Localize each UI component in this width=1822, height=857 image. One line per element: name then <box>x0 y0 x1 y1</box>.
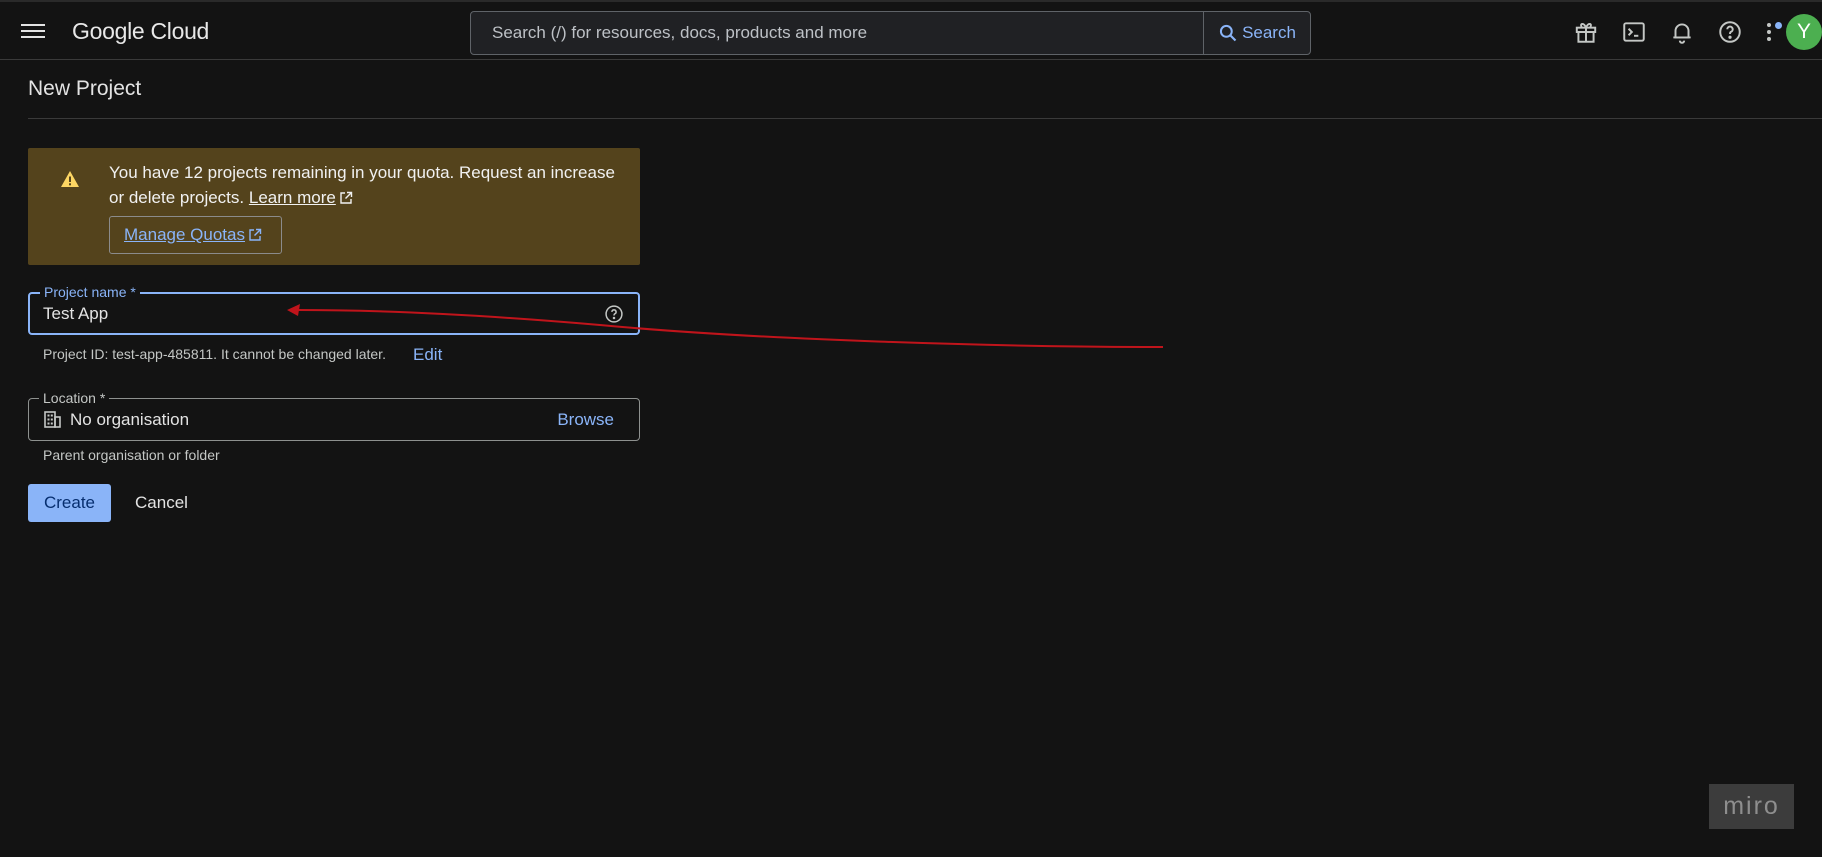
edit-project-id-button[interactable]: Edit <box>413 345 442 365</box>
location-field[interactable]: Location * No organisation Browse <box>28 389 640 441</box>
project-name-input[interactable] <box>43 302 583 326</box>
main-menu-icon[interactable] <box>20 21 46 41</box>
project-id-text: Project ID: test-app-485811. It cannot b… <box>43 346 386 362</box>
top-app-bar: Google Cloud Search (/) for resources, d… <box>0 0 1822 60</box>
cloud-shell-icon[interactable] <box>1610 8 1658 56</box>
quota-warning-banner: You have 12 projects remaining in your q… <box>28 148 640 265</box>
external-link-icon <box>340 191 353 204</box>
learn-more-link[interactable]: Learn more <box>249 188 336 207</box>
gift-icon[interactable] <box>1562 8 1610 56</box>
search-input[interactable] <box>471 12 1203 54</box>
page-title: New Project <box>28 77 142 100</box>
external-link-icon <box>249 228 262 241</box>
location-helper-text: Parent organisation or folder <box>43 447 220 463</box>
top-bar-actions: Y <box>1562 2 1822 62</box>
cancel-button[interactable]: Cancel <box>123 484 200 522</box>
location-value: No organisation <box>70 410 190 429</box>
warning-icon <box>61 171 79 187</box>
miro-watermark: miro <box>1709 784 1794 829</box>
banner-message: You have 12 projects remaining in your q… <box>109 160 619 210</box>
project-name-field: Project name * <box>28 283 640 335</box>
organisation-icon <box>44 411 61 428</box>
notification-dot <box>1775 22 1782 29</box>
bell-icon[interactable] <box>1658 8 1706 56</box>
more-vert-icon[interactable] <box>1754 8 1784 56</box>
search-bar: Search <box>470 11 1311 55</box>
help-icon[interactable] <box>1706 8 1754 56</box>
help-icon[interactable] <box>604 304 624 324</box>
divider <box>28 118 1822 119</box>
search-button[interactable]: Search <box>1203 12 1310 54</box>
search-button-label: Search <box>1242 23 1296 42</box>
create-button[interactable]: Create <box>28 484 111 522</box>
banner-text: You have 12 projects remaining in your q… <box>109 163 615 207</box>
project-name-label: Project name * <box>40 283 140 301</box>
location-label: Location * <box>39 389 110 407</box>
manage-quotas-label: Manage Quotas <box>124 225 245 244</box>
avatar[interactable]: Y <box>1786 14 1822 50</box>
search-icon <box>1219 24 1237 42</box>
google-cloud-logo[interactable]: Google Cloud <box>72 18 209 45</box>
manage-quotas-button[interactable]: Manage Quotas <box>109 216 282 254</box>
browse-button[interactable]: Browse <box>557 410 614 430</box>
